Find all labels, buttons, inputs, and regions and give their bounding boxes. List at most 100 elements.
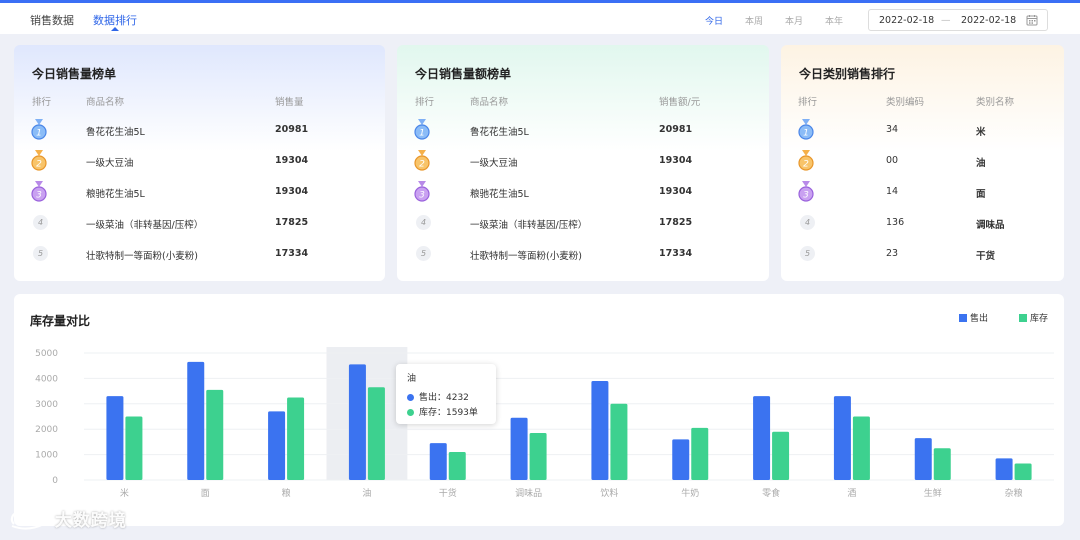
card-title: 今日类别销售排行 bbox=[799, 67, 896, 81]
col-header-rank: 排行 bbox=[32, 97, 52, 108]
bar-sold bbox=[429, 443, 447, 480]
row-value: 20981 bbox=[275, 124, 309, 135]
date-range-picker[interactable]: 2022-02-18 — 2022-02-18 bbox=[868, 9, 1048, 31]
y-tick-label: 0 bbox=[52, 476, 58, 486]
tooltip-value: 售出：4232 bbox=[419, 393, 469, 403]
ranking-row[interactable]: 4 一级菜油（非转基因/压榨） 17825 bbox=[397, 209, 769, 240]
bar-chart[interactable]: 010002000300040005000米面粮油干货 调味品 饮料 牛奶 零食酒生鲜杂… bbox=[14, 294, 1064, 526]
x-tick-label: 面 bbox=[201, 488, 210, 499]
ranking-row[interactable]: 1 鲁花花生油5L 20981 bbox=[397, 116, 769, 147]
row-name: 粮驰花生油5L bbox=[86, 189, 145, 200]
bar-sold bbox=[187, 361, 205, 480]
row-name: 00 bbox=[886, 155, 899, 166]
row-name: 23 bbox=[886, 248, 899, 259]
y-tick-label: 2000 bbox=[35, 425, 58, 435]
period-year[interactable]: 本年 bbox=[825, 14, 843, 27]
ranking-row[interactable]: 5 壮歌特制一等面粉(小麦粉) 17334 bbox=[14, 240, 385, 271]
x-tick-label: 油 bbox=[362, 487, 371, 499]
ranking-row[interactable]: 5 壮歌特制一等面粉(小麦粉) 17334 bbox=[397, 240, 769, 271]
tab-data-ranking[interactable]: 数据排行 bbox=[93, 12, 137, 31]
bar-sold bbox=[753, 396, 771, 480]
bar-sold bbox=[833, 396, 851, 480]
bar-sold bbox=[591, 380, 609, 480]
period-today[interactable]: 今日 bbox=[705, 14, 723, 27]
rank-number-badge: 4 bbox=[800, 215, 815, 230]
bar-stock bbox=[610, 403, 628, 480]
ranking-row[interactable]: 2 00 油 bbox=[781, 147, 1064, 178]
row-value: 调味品 bbox=[976, 220, 1005, 231]
ranking-row[interactable]: 3 粮驰花生油5L 19304 bbox=[14, 178, 385, 209]
bar-sold bbox=[510, 417, 528, 480]
bar-stock bbox=[772, 431, 790, 480]
ranking-row[interactable]: 1 鲁花花生油5L 20981 bbox=[14, 116, 385, 147]
card-title: 今日销售量榜单 bbox=[32, 67, 117, 81]
rank-number-badge: 5 bbox=[33, 246, 48, 261]
watermark-text: 大数跨境 bbox=[54, 511, 127, 531]
date-end[interactable]: 2022-02-18 bbox=[961, 15, 1016, 26]
row-name: 一级大豆油 bbox=[86, 158, 134, 169]
bar-sold bbox=[995, 458, 1013, 480]
tab-sales-data[interactable]: 销售数据 bbox=[30, 12, 74, 28]
ranking-row[interactable]: 1 34 米 bbox=[781, 116, 1064, 147]
row-value: 19304 bbox=[275, 186, 309, 197]
rank-number: 1 bbox=[803, 129, 809, 139]
bar-sold bbox=[672, 439, 690, 480]
active-tab-indicator bbox=[111, 27, 119, 31]
rank-medal-icon: 1 bbox=[798, 119, 814, 140]
row-name: 鲁花花生油5L bbox=[470, 127, 529, 138]
date-start[interactable]: 2022-02-18 bbox=[879, 15, 934, 26]
ranking-row[interactable]: 4 一级菜油（非转基因/压榨） 17825 bbox=[14, 209, 385, 240]
rank-number: 2 bbox=[36, 160, 42, 170]
row-value: 17825 bbox=[275, 217, 309, 228]
card-title: 今日销售量额榜单 bbox=[415, 67, 512, 81]
bar-stock bbox=[691, 427, 709, 480]
rank-medal-icon: 1 bbox=[414, 119, 430, 140]
ranking-row[interactable]: 2 一级大豆油 19304 bbox=[14, 147, 385, 178]
x-tick-label: 酒 bbox=[847, 488, 856, 499]
row-value: 面 bbox=[976, 189, 986, 200]
rank-number: 1 bbox=[419, 129, 425, 139]
x-tick-label: 零食 bbox=[762, 487, 780, 499]
y-tick-label: 1000 bbox=[35, 451, 58, 461]
bar-stock bbox=[852, 416, 870, 480]
bar-sold bbox=[106, 396, 124, 480]
x-tick-label: 干货 bbox=[439, 487, 457, 499]
row-name: 壮歌特制一等面粉(小麦粉) bbox=[470, 251, 582, 262]
period-week[interactable]: 本周 bbox=[745, 14, 763, 27]
tooltip-row-stock: 库存：1593单 bbox=[407, 405, 478, 418]
bar-stock bbox=[1014, 463, 1032, 480]
bar-sold bbox=[348, 364, 366, 480]
bar-stock bbox=[529, 433, 547, 480]
ranking-row[interactable]: 3 14 面 bbox=[781, 178, 1064, 209]
row-name: 鲁花花生油5L bbox=[86, 127, 145, 138]
row-value: 19304 bbox=[659, 155, 693, 166]
rank-number: 1 bbox=[36, 129, 42, 139]
rank-medal-icon: 2 bbox=[31, 150, 47, 171]
date-separator: — bbox=[941, 15, 951, 26]
rank-medal-icon: 3 bbox=[31, 181, 47, 202]
tooltip-title: 油 bbox=[407, 374, 417, 384]
rank-number-badge: 4 bbox=[33, 215, 48, 230]
x-tick-label: 饮料 bbox=[600, 487, 618, 499]
row-name: 壮歌特制一等面粉(小麦粉) bbox=[86, 251, 198, 262]
ranking-row[interactable]: 4 136 调味品 bbox=[781, 209, 1064, 240]
row-value: 米 bbox=[976, 127, 986, 138]
tooltip-row-sold: 售出：4232 bbox=[407, 390, 469, 403]
card-sales-amount-ranking: 今日销售量额榜单 排行 商品名称 销售额/元 1 鲁花花生油5L 20981 2 … bbox=[397, 45, 769, 281]
row-value: 干货 bbox=[976, 251, 996, 262]
period-month[interactable]: 本月 bbox=[785, 14, 803, 27]
top-bar: 销售数据 数据排行 今日 本周 本月 本年 2022-02-18 — 2022-… bbox=[0, 0, 1080, 34]
bar-sold bbox=[914, 438, 932, 480]
ranking-row[interactable]: 5 23 干货 bbox=[781, 240, 1064, 271]
row-value: 19304 bbox=[275, 155, 309, 166]
ranking-row[interactable]: 2 一级大豆油 19304 bbox=[397, 147, 769, 178]
bar-stock bbox=[206, 389, 224, 480]
row-name: 粮驰花生油5L bbox=[470, 189, 529, 200]
rank-medal-icon: 2 bbox=[414, 150, 430, 171]
calendar-icon[interactable] bbox=[1026, 14, 1038, 26]
watermark: 大数跨境 bbox=[8, 506, 127, 531]
rank-number: 3 bbox=[419, 191, 425, 201]
rank-medal-icon: 1 bbox=[31, 119, 47, 140]
ranking-row[interactable]: 3 粮驰花生油5L 19304 bbox=[397, 178, 769, 209]
bar-sold bbox=[268, 411, 286, 480]
